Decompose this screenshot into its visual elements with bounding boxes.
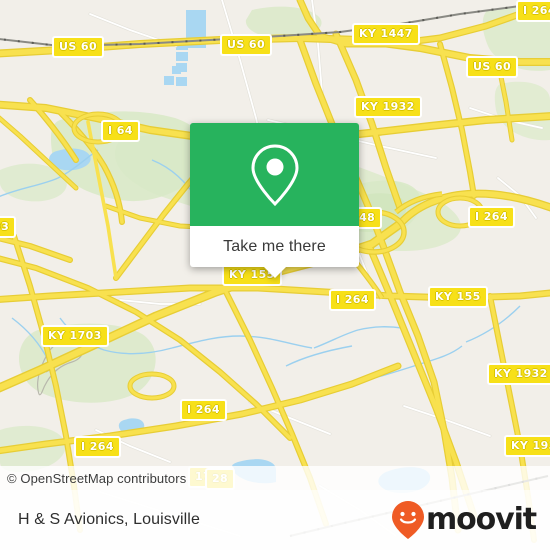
shield-i-264-topright: I 264 [516, 0, 550, 22]
popup-footer[interactable]: Take me there [190, 226, 359, 278]
shield-ky-1932-north: KY 1932 [354, 96, 422, 118]
shield-i-64: I 64 [101, 120, 140, 142]
moovit-wordmark: moovit [425, 502, 537, 537]
shield-ky-1703-westedge: 703 [0, 216, 17, 238]
shield-i-264-southwest: I 264 [180, 399, 227, 421]
shield-i-264-south: I 264 [74, 436, 121, 458]
popup-pointer-tail [263, 267, 286, 278]
shield-ky-1932-southeast: KY 1932 [487, 363, 550, 385]
shield-us-60-center: US 60 [220, 34, 272, 56]
shield-i-264-east: I 264 [468, 206, 515, 228]
shield-us-60-east: US 60 [466, 56, 518, 78]
place-title: H & S Avionics, Louisville [18, 511, 200, 528]
shield-ky-155-east: KY 155 [428, 286, 488, 308]
shield-ky-1447: KY 1447 [352, 23, 420, 45]
shield-us-60-west: US 60 [52, 36, 104, 58]
map-screen: US 60 US 60 US 60 KY 1447 KY 1932 I 264 I 64 I … [0, 0, 550, 550]
place-popup-card[interactable]: Take me there [190, 123, 359, 278]
location-pin-icon [250, 143, 299, 206]
footer-bar: H & S Avionics, Louisville moovit [0, 490, 550, 550]
moovit-smiley-pin-icon [391, 501, 424, 539]
shield-ky-1932-south: KY 1932 [504, 435, 550, 457]
moovit-brand[interactable]: moovit [391, 500, 550, 540]
shield-ky-1703-west: KY 1703 [41, 325, 109, 347]
osm-attribution[interactable]: © OpenStreetMap contributors [0, 471, 186, 486]
popup-image-placeholder [190, 123, 359, 226]
take-me-there-label: Take me there [223, 237, 326, 255]
attribution-bar: © OpenStreetMap contributors [0, 466, 550, 490]
shield-i-264-center: I 264 [329, 289, 376, 311]
